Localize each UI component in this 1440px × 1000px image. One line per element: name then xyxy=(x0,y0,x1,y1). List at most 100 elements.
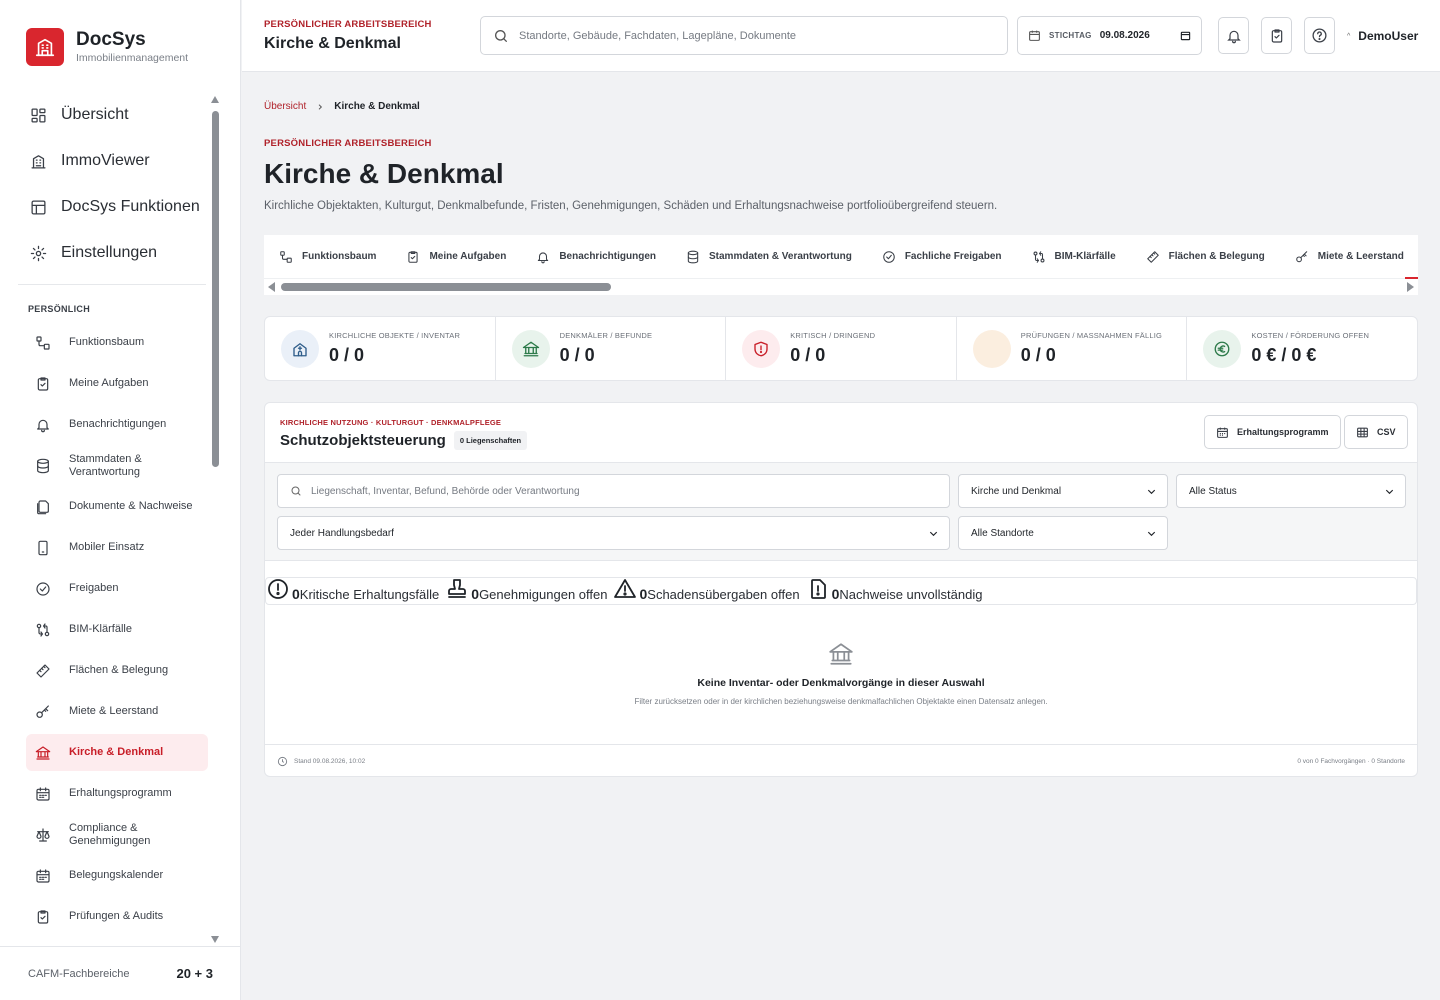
tab-6[interactable]: Flächen & Belegung xyxy=(1146,250,1265,264)
scroll-down-arrow-icon[interactable] xyxy=(211,936,219,943)
sidebar-item-label: Stammdaten & Verantwortung xyxy=(69,452,142,478)
tab-4[interactable]: Fachliche Freigaben xyxy=(882,250,1002,264)
layout-icon xyxy=(30,199,47,216)
tab-5[interactable]: BIM-Klärfälle xyxy=(1032,250,1116,264)
calendar-icon xyxy=(35,868,51,884)
case-stat-count: 0 xyxy=(292,586,300,602)
ruler-icon xyxy=(35,663,51,679)
main-nav-immoviewer[interactable]: ImmoViewer xyxy=(0,138,224,184)
breadcrumb-root[interactable]: Übersicht xyxy=(264,101,306,112)
sidebar-item-10[interactable]: Kirche & Denkmal xyxy=(26,734,208,771)
help-button[interactable] xyxy=(1304,17,1335,54)
git-compare-icon xyxy=(1032,250,1046,264)
kpi-card: PRÜFUNGEN / MASSNAHMEN FÄLLIG 0 / 0 xyxy=(957,317,1188,380)
chevron-down-icon xyxy=(928,528,939,539)
main-nav-einstellungen[interactable]: Einstellungen xyxy=(0,230,224,276)
sidebar-item-8[interactable]: Flächen & Belegung xyxy=(26,652,208,689)
tasks-button[interactable] xyxy=(1261,17,1292,54)
brand[interactable]: DocSys Immobilienmanagement xyxy=(26,28,188,66)
tab-7[interactable]: Miete & Leerstand xyxy=(1295,250,1404,264)
maintenance-program-label: Erhaltungsprogramm xyxy=(1237,427,1329,437)
kpi-value: 0 / 0 xyxy=(790,345,826,365)
sidebar-nav: Übersicht ImmoViewer DocSys Funktionen Eins… xyxy=(0,92,224,946)
action-need-select[interactable]: Jeder Handlungsbedarf xyxy=(277,516,950,550)
scale-icon xyxy=(35,827,51,843)
sidebar-item-6[interactable]: Freigaben xyxy=(26,570,208,607)
csv-export-button[interactable]: CSV xyxy=(1344,415,1408,449)
sidebar-item-9[interactable]: Miete & Leerstand xyxy=(26,693,208,730)
last-updated: Stand 09.08.2026, 10:02 xyxy=(294,757,366,765)
date-value[interactable]: 09.08.2026 xyxy=(1100,30,1150,41)
sidebar-item-12[interactable]: Compliance & Genehmigungen xyxy=(26,816,208,853)
user-menu[interactable]: ^ DemoUser xyxy=(1347,29,1418,43)
protection-object-panel: KIRCHLICHE NUTZUNG · KULTURGUT · DENKMAL… xyxy=(264,402,1418,777)
sidebar-item-1[interactable]: Meine Aufgaben xyxy=(26,365,208,402)
landmark-icon xyxy=(265,641,1417,667)
calendar-icon xyxy=(1216,426,1229,439)
sidebar-item-0[interactable]: Funktionsbaum xyxy=(26,324,208,361)
sidebar-item-label: Belegungskalender xyxy=(69,869,164,881)
global-search-input[interactable] xyxy=(519,29,999,42)
sidebar-item-15[interactable]: Nachhaltigkeit xyxy=(26,939,208,946)
sidebar-item-3[interactable]: Stammdaten & Verantwortung xyxy=(26,447,208,484)
breadcrumb-separator-icon xyxy=(316,103,324,111)
panel-search-input[interactable] xyxy=(311,485,911,497)
tab-0[interactable]: Funktionsbaum xyxy=(279,250,376,264)
landmark-icon xyxy=(511,329,550,368)
global-search[interactable] xyxy=(480,16,1008,55)
case-stat[interactable]: 0 Schadensübergaben offen xyxy=(613,577,800,602)
church-icon xyxy=(281,329,319,368)
date-picker-icon[interactable] xyxy=(1180,30,1191,41)
tab-label: Flächen & Belegung xyxy=(1168,251,1265,262)
sidebar-item-14[interactable]: Prüfungen & Audits xyxy=(26,898,208,935)
building-logo-icon xyxy=(26,28,64,66)
sidebar-item-13[interactable]: Belegungskalender xyxy=(26,857,208,894)
sidebar-item-2[interactable]: Benachrichtigungen xyxy=(26,406,208,443)
tab-label: Meine Aufgaben xyxy=(429,251,507,262)
landmark-icon xyxy=(35,745,51,761)
ruler-icon xyxy=(1146,250,1160,264)
sidebar-item-11[interactable]: Erhaltungsprogramm xyxy=(26,775,208,812)
scroll-up-arrow-icon[interactable] xyxy=(211,96,219,103)
kpi-value: 0 / 0 xyxy=(329,345,365,365)
kpi-label: KIRCHLICHE OBJEKTE / INVENTAR xyxy=(329,331,461,340)
sidebar-item-label: Dokumente & Nachweise xyxy=(69,500,193,512)
sidebar-footer-value: 20 + 3 xyxy=(176,966,213,981)
kpi-value: 0 / 0 xyxy=(1020,345,1056,365)
main-nav-übersicht[interactable]: Übersicht xyxy=(0,92,224,138)
sidebar-item-5[interactable]: Mobiler Einsatz xyxy=(26,529,208,566)
tab-3[interactable]: Stammdaten & Verantwortung xyxy=(686,250,852,264)
tab-2[interactable]: Benachrichtigungen xyxy=(536,250,656,264)
main-nav-docsys-funktionen[interactable]: DocSys Funktionen xyxy=(0,184,224,230)
panel-footer-left: Stand 09.08.2026, 10:02 xyxy=(277,756,365,767)
case-stat-label: Genehmigungen offen xyxy=(479,587,608,602)
category-select[interactable]: Kirche und Denkmal xyxy=(958,474,1168,508)
notifications-button[interactable] xyxy=(1218,17,1249,54)
tabs-scrollbar-thumb[interactable] xyxy=(281,283,611,291)
scroll-left-arrow-icon[interactable] xyxy=(268,282,275,292)
tab-label: Benachrichtigungen xyxy=(559,251,656,262)
case-stat[interactable]: 0 Genehmigungen offen xyxy=(445,577,607,602)
case-stat-label: Schadensübergaben offen xyxy=(647,587,800,602)
sidebar-item-4[interactable]: Dokumente & Nachweise xyxy=(26,488,208,525)
tab-label: Stammdaten & Verantwortung xyxy=(709,251,852,262)
sidebar-item-7[interactable]: BIM-Klärfälle xyxy=(26,611,208,648)
building-icon xyxy=(30,153,47,170)
reference-date-picker[interactable]: STICHTAG 09.08.2026 xyxy=(1017,16,1202,55)
case-stat[interactable]: 0 Nachweise unvollständig xyxy=(806,577,982,602)
check-circle-icon xyxy=(35,581,51,597)
panel-search[interactable] xyxy=(277,474,950,508)
tab-label: Miete & Leerstand xyxy=(1317,251,1404,262)
status-select[interactable]: Alle Status xyxy=(1176,474,1406,508)
maintenance-program-button[interactable]: Erhaltungsprogramm xyxy=(1204,415,1341,449)
csv-label: CSV xyxy=(1377,427,1396,437)
site-select[interactable]: Alle Standorte xyxy=(958,516,1168,550)
scroll-right-arrow-icon[interactable] xyxy=(1407,282,1414,292)
case-stat[interactable]: 0 Kritische Erhaltungsfälle xyxy=(266,577,439,602)
blank-icon xyxy=(972,329,1011,368)
page-description: Kirchliche Objektakten, Kulturgut, Denkm… xyxy=(264,200,998,212)
tab-1[interactable]: Meine Aufgaben xyxy=(406,250,506,264)
search-icon xyxy=(290,485,302,497)
sidebar-scrollbar-thumb[interactable] xyxy=(212,111,219,467)
bell-icon xyxy=(1226,28,1242,44)
